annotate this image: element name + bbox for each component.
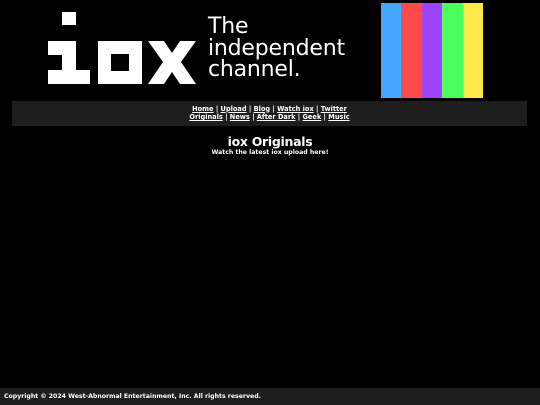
nav-separator: | — [313, 104, 321, 113]
nav-separator: | — [213, 104, 221, 113]
nav-link-blog[interactable]: Blog — [254, 105, 271, 113]
page-title: iox Originals — [227, 134, 313, 149]
nav-link-originals[interactable]: Originals — [189, 113, 222, 121]
page-subtitle: Watch the latest iox upload here! — [211, 149, 329, 156]
tagline-line-3: channel. — [208, 57, 301, 82]
color-bar-4 — [442, 3, 463, 98]
nav-separator: | — [222, 113, 230, 121]
nav-link-music[interactable]: Music — [328, 113, 349, 121]
nav-link-after-dark[interactable]: After Dark — [257, 113, 296, 121]
nav-link-twitter[interactable]: Twitter — [321, 105, 347, 113]
nav-row-1: Home | Upload | Blog | Watch iox | Twitt… — [12, 105, 527, 114]
nav-row-2: Originals | News | After Dark | Geek | M… — [12, 113, 527, 122]
nav-separator: | — [249, 113, 257, 121]
copyright-text: Copyright © 2024 West-Abnormal Entertain… — [4, 393, 261, 400]
iox-logo[interactable] — [48, 12, 196, 84]
tagline-line-1: The — [208, 14, 249, 39]
nav-link-news[interactable]: News — [230, 113, 250, 121]
color-bars — [381, 3, 484, 98]
tagline-line-2: independent — [208, 35, 345, 61]
nav-link-upload[interactable]: Upload — [221, 105, 247, 113]
nav-separator: | — [246, 104, 254, 113]
nav-separator: | — [295, 113, 303, 121]
nav-bar: Home | Upload | Blog | Watch iox | Twitt… — [12, 101, 527, 126]
site-header: The independent channel. — [0, 0, 540, 100]
nav-link-home[interactable]: Home — [192, 105, 213, 113]
color-bar-1 — [381, 3, 402, 98]
nav-link-geek[interactable]: Geek — [303, 113, 322, 121]
color-bar-3 — [421, 3, 443, 98]
color-bar-2 — [401, 3, 422, 98]
nav-link-watch-iox[interactable]: Watch iox — [277, 105, 314, 113]
color-bar-5 — [462, 3, 484, 98]
tagline: The independent channel. — [208, 16, 345, 81]
footer: Copyright © 2024 West-Abnormal Entertain… — [0, 388, 540, 405]
